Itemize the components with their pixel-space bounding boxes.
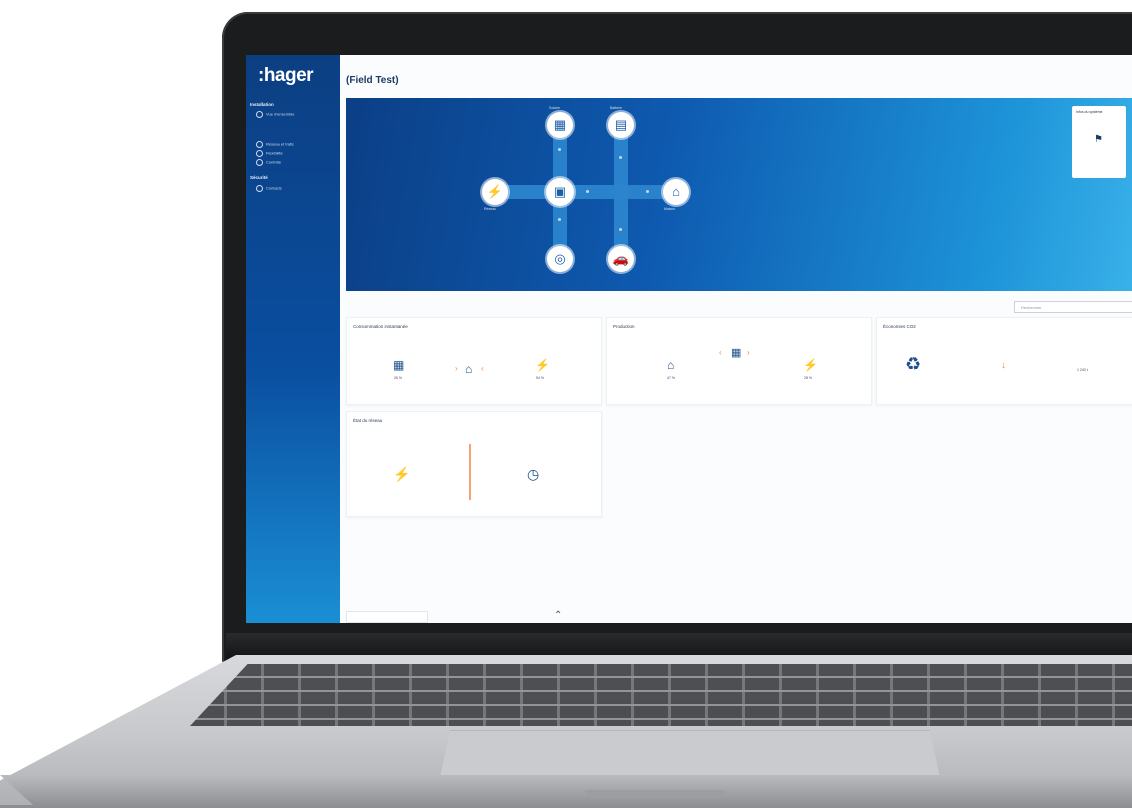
arrow-right-icon: › — [747, 348, 750, 357]
ev-charger-icon: ◎ — [554, 251, 566, 266]
sidebar-section-security: Sécurité — [250, 175, 268, 180]
pylon-icon: ⚡ — [393, 466, 411, 482]
arrow-right-icon: › — [455, 364, 458, 373]
arrow-left-icon: ‹ — [719, 348, 722, 357]
solar-node[interactable]: ▦ — [547, 112, 573, 138]
production-panel: Production ⌂ 47 % ‹ ▦ › ⚡ 28 % — [606, 317, 872, 405]
house-icon: ⌂ — [667, 358, 675, 372]
laptop-screen: :hager Installation Vue d'ensemble Résea… — [246, 55, 1132, 623]
solar-panel-icon: ▦ — [393, 358, 405, 372]
grid-node[interactable]: ⚡ — [482, 179, 508, 205]
arrow-left-icon: ‹ — [481, 364, 484, 373]
battery-icon: ▤ — [614, 117, 628, 132]
flow-indicator — [469, 444, 471, 500]
laptop-keyboard — [190, 664, 1132, 726]
production-title: Production — [613, 324, 635, 329]
search-input[interactable]: Rechercher — [1014, 301, 1132, 313]
car-node[interactable]: 🚗 — [608, 246, 634, 272]
pylon-icon: ⚡ — [486, 184, 504, 199]
grid-state-title: État du réseau — [353, 418, 383, 423]
laptop-notch — [585, 790, 725, 798]
ev-charger-node[interactable]: ◎ — [547, 246, 573, 272]
sidebar-section-installation: Installation — [250, 102, 274, 107]
gauge-icon: ◷ — [527, 466, 540, 482]
solar-panel-icon: ▦ — [731, 347, 742, 359]
sidebar: :hager Installation Vue d'ensemble Résea… — [246, 55, 340, 623]
energy-flow-diagram: ▦ Solaire ▤ Batterie ⚡ Réseau ▣ ⌂ Maison… — [346, 98, 1132, 291]
consumption-panel: Consommation instantanée ▦ 26 % › ⌂ ‹ ⚡ … — [346, 317, 602, 405]
overview-icon — [256, 111, 263, 118]
pylon-icon: ⚡ — [803, 358, 818, 372]
sidebar-item-overview[interactable]: Vue d'ensemble — [256, 111, 294, 118]
sidebar-item-network[interactable]: Réseau et trafic — [256, 141, 294, 148]
chevron-up-icon[interactable]: ⌃ — [554, 610, 566, 622]
co2-title: Économies CO2 — [883, 324, 916, 329]
contacts-icon — [256, 185, 263, 192]
main-content: (Field Test) ▦ Solaire ▤ Batterie ⚡ Rése… — [340, 55, 1132, 623]
sidebar-item-contacts[interactable]: Contacts — [256, 185, 282, 192]
battery-node[interactable]: ▤ — [608, 112, 634, 138]
network-icon — [256, 141, 263, 148]
system-info-card[interactable]: Infos du système ⚑ — [1072, 106, 1126, 178]
page-title: (Field Test) — [346, 75, 399, 86]
recycle-icon: ♻ — [905, 354, 922, 374]
footer-tab[interactable] — [346, 611, 428, 623]
hub-node[interactable]: ▣ — [546, 178, 574, 206]
laptop-base-edge — [0, 775, 1132, 807]
brand-logo[interactable]: :hager — [258, 65, 314, 87]
car-icon: 🚗 — [612, 251, 630, 266]
flag-icon: ⚑ — [1094, 134, 1103, 145]
house-icon: ⌂ — [465, 362, 473, 376]
consumption-title: Consommation instantanée — [353, 324, 408, 329]
co2-panel: Économies CO2 ♻ ↓ 1 240 t — [876, 317, 1132, 405]
pylon-icon: ⚡ — [535, 358, 550, 372]
grid-state-panel: État du réseau ⚡ ◷ — [346, 411, 602, 517]
hub-icon: ▣ — [553, 184, 567, 199]
house-node[interactable]: ⌂ — [663, 179, 689, 205]
arrow-down-icon: ↓ — [1001, 360, 1006, 371]
house-icon: ⌂ — [672, 184, 680, 199]
flexibility-icon — [256, 150, 263, 157]
sidebar-item-control[interactable]: Contrôle — [256, 159, 281, 166]
system-info-title: Infos du système — [1076, 110, 1103, 114]
control-icon — [256, 159, 263, 166]
solar-panel-icon: ▦ — [553, 117, 567, 132]
sidebar-item-flexibility[interactable]: Flexibilité — [256, 150, 283, 157]
